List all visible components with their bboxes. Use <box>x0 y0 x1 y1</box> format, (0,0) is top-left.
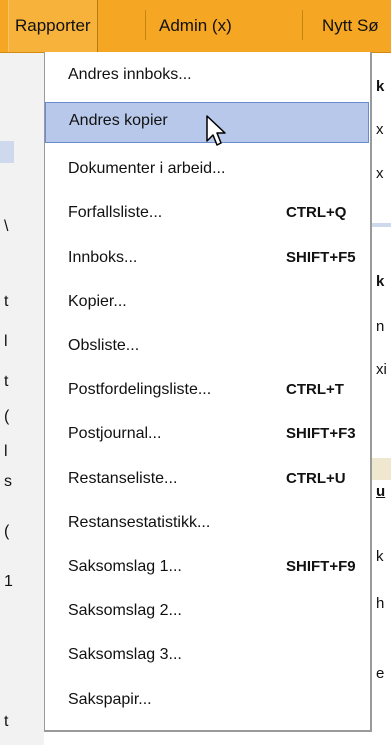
background-divider <box>372 223 391 227</box>
menu-item-saksomslag-2[interactable]: Saksomslag 2... <box>45 593 369 634</box>
rapporter-dropdown-menu: Andres innboks... Andres kopier Dokument… <box>44 52 372 732</box>
background-selection <box>0 141 14 163</box>
menu-item-shortcut: SHIFT+F5 <box>286 249 356 266</box>
menu-item-saksomslag-3[interactable]: Saksomslag 3... <box>45 637 369 678</box>
background-text: s <box>4 473 12 490</box>
menu-item-label: Kopier... <box>68 293 127 310</box>
background-text: k <box>376 78 385 95</box>
background-text: n <box>376 318 385 335</box>
background-right-panel: k x x k n xi u k h e <box>372 53 391 745</box>
menubar-divider <box>302 10 303 40</box>
menu-bar: Rapporter Admin (x) Nytt Sø <box>0 0 391 53</box>
background-text: h <box>376 595 385 612</box>
menu-item-label: Sakspapir... <box>68 691 152 708</box>
background-text: ( <box>4 523 10 540</box>
menu-item-label: Andres innboks... <box>68 66 192 83</box>
menu-item-label: Obsliste... <box>68 337 140 354</box>
menu-item-kopier[interactable]: Kopier... <box>45 284 369 325</box>
menu-item-label: Forfallsliste... <box>68 204 163 221</box>
menu-admin[interactable]: Admin (x) <box>153 0 238 52</box>
menu-nytt[interactable]: Nytt Sø <box>316 0 385 52</box>
menu-item-restansestatistikk[interactable]: Restansestatistikk... <box>45 505 369 546</box>
menu-item-label: Postjournal... <box>68 425 162 442</box>
menubar-divider <box>145 10 146 40</box>
background-text: xi <box>376 361 387 378</box>
menu-item-label: Restansestatistikk... <box>68 514 211 531</box>
background-text: \ <box>4 218 9 235</box>
menu-item-shortcut: CTRL+U <box>286 470 346 487</box>
background-text: l <box>4 333 8 350</box>
menu-rapporter-label: Rapporter <box>15 16 91 35</box>
background-text: u <box>376 483 386 500</box>
background-text: e <box>376 665 385 682</box>
menu-item-shortcut: CTRL+T <box>286 381 344 398</box>
menu-item-label: Andres kopier <box>69 112 168 129</box>
menu-item-saksomslag-1[interactable]: Saksomslag 1... SHIFT+F9 <box>45 549 369 590</box>
menu-item-label: Saksomslag 2... <box>68 602 182 619</box>
background-text: ( <box>4 408 10 425</box>
background-text: x <box>376 121 384 138</box>
menu-item-andres-innboks[interactable]: Andres innboks... <box>45 57 369 98</box>
background-text: t <box>4 713 9 730</box>
menu-item-label: Dokumenter i arbeid... <box>68 160 226 177</box>
menu-item-restanseliste[interactable]: Restanseliste... CTRL+U <box>45 461 369 502</box>
menu-item-shortcut: SHIFT+F9 <box>286 558 356 575</box>
background-field <box>372 458 391 480</box>
menu-item-postjournal[interactable]: Postjournal... SHIFT+F3 <box>45 416 369 457</box>
background-text: k <box>376 273 385 290</box>
menu-item-sakspapir[interactable]: Sakspapir... <box>45 682 369 723</box>
menu-item-label: Postfordelingsliste... <box>68 381 212 398</box>
menu-item-dokumenter-i-arbeid[interactable]: Dokumenter i arbeid... <box>45 151 369 192</box>
background-text: t <box>4 373 9 390</box>
background-text: x <box>376 165 384 182</box>
background-text: l <box>4 443 8 460</box>
menu-admin-label: Admin (x) <box>159 16 232 35</box>
background-text: t <box>4 293 9 310</box>
menu-item-forfallsliste[interactable]: Forfallsliste... CTRL+Q <box>45 195 369 236</box>
background-text: k <box>376 548 384 565</box>
background-text: 1 <box>4 573 13 590</box>
mouse-pointer-icon <box>206 115 226 146</box>
menu-rapporter[interactable]: Rapporter <box>8 0 98 52</box>
menu-item-label: Saksomslag 3... <box>68 646 182 663</box>
menu-item-label: Restanseliste... <box>68 470 178 487</box>
menu-item-postfordelingsliste[interactable]: Postfordelingsliste... CTRL+T <box>45 372 369 413</box>
menu-item-label: Saksomslag 1... <box>68 558 182 575</box>
menu-nytt-label: Nytt Sø <box>322 16 379 35</box>
menu-item-label: Innboks... <box>68 249 138 266</box>
menu-item-innboks[interactable]: Innboks... SHIFT+F5 <box>45 240 369 281</box>
menu-item-obsliste[interactable]: Obsliste... <box>45 328 369 369</box>
menu-item-shortcut: CTRL+Q <box>286 204 347 221</box>
background-left-panel: \ t l t ( l s ( 1 t <box>0 53 44 745</box>
menu-item-shortcut: SHIFT+F3 <box>286 425 356 442</box>
